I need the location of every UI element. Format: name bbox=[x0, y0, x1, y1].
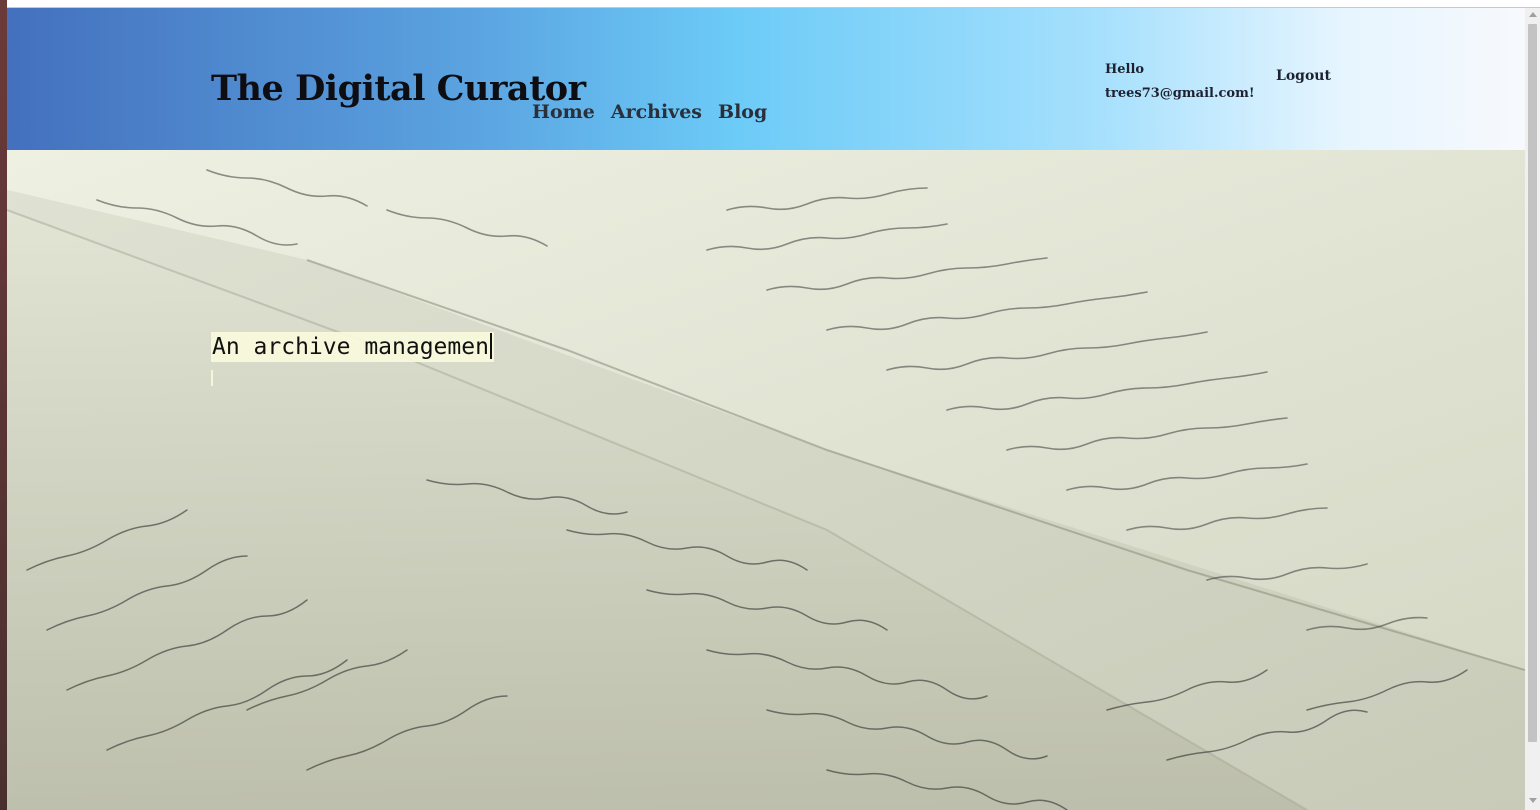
nav-home-link[interactable]: Home bbox=[532, 101, 595, 123]
page-scrollbar[interactable] bbox=[1525, 8, 1540, 810]
page-viewport: The Digital Curator Home Archives Blog H… bbox=[7, 8, 1525, 810]
manuscript-background-image bbox=[7, 150, 1525, 810]
hero-banner: An archive managemen bbox=[7, 150, 1525, 810]
window-left-edge bbox=[0, 0, 7, 810]
window-top-edge bbox=[0, 0, 1540, 8]
scroll-up-arrow-icon[interactable] bbox=[1529, 12, 1537, 17]
hero-tagline: An archive managemen bbox=[211, 332, 494, 362]
tagline-text: An archive managemen bbox=[212, 334, 489, 360]
logout-link[interactable]: Logout bbox=[1276, 68, 1331, 84]
greeting-email: trees73@gmail.com! bbox=[1105, 86, 1255, 101]
main-nav: Home Archives Blog bbox=[532, 101, 767, 123]
site-header: The Digital Curator Home Archives Blog H… bbox=[7, 8, 1525, 150]
nav-blog-link[interactable]: Blog bbox=[718, 101, 767, 123]
scroll-down-arrow-icon[interactable] bbox=[1529, 798, 1537, 803]
typing-caret bbox=[489, 333, 492, 359]
tagline-second-line-marker bbox=[211, 370, 213, 386]
site-title[interactable]: The Digital Curator bbox=[211, 68, 586, 109]
greeting-hello: Hello bbox=[1105, 62, 1145, 77]
scrollbar-thumb[interactable] bbox=[1528, 24, 1537, 742]
user-greeting: Hello trees73@gmail.com! bbox=[1105, 58, 1255, 106]
nav-archives-link[interactable]: Archives bbox=[611, 101, 702, 123]
